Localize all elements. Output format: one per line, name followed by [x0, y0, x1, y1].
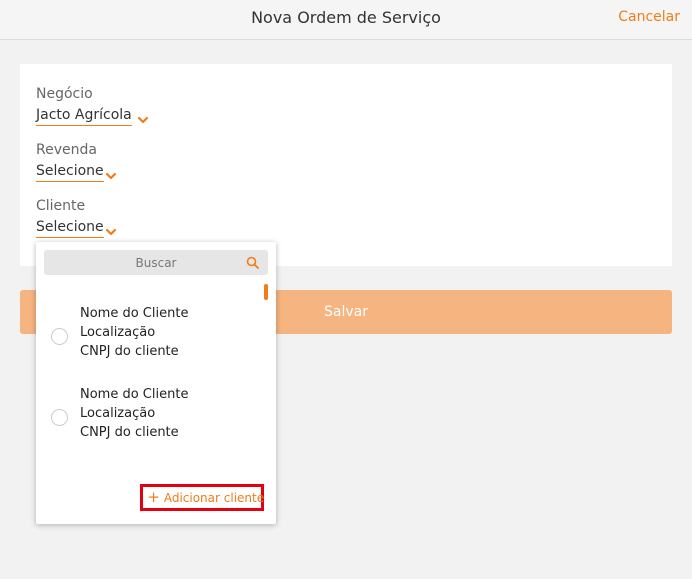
cliente-label: Cliente — [36, 198, 86, 214]
revenda-label: Revenda — [36, 142, 97, 158]
revenda-select[interactable]: Selecione — [36, 163, 104, 182]
negocio-select[interactable]: Jacto Agrícola — [36, 107, 132, 126]
plus-icon: + — [147, 488, 160, 506]
client-cnpj: CNPJ do cliente — [80, 425, 179, 440]
list-item[interactable]: Nome do Cliente Localização CNPJ do clie… — [36, 383, 261, 453]
client-name: Nome do Cliente — [80, 306, 189, 321]
client-dropdown: Nome do Cliente Localização CNPJ do clie… — [36, 242, 276, 524]
cliente-field: Cliente Selecione — [36, 198, 117, 238]
search-input[interactable] — [44, 250, 268, 275]
client-location: Localização — [80, 406, 156, 421]
negocio-field: Negócio Jacto Agrícola — [36, 86, 149, 126]
chevron-down-icon[interactable] — [105, 167, 117, 181]
negocio-value: Jacto Agrícola — [36, 107, 132, 123]
page-title: Nova Ordem de Serviço — [251, 8, 441, 27]
chevron-down-icon[interactable] — [137, 111, 149, 125]
revenda-value: Selecione — [36, 163, 104, 179]
add-client-label: Adicionar cliente — [163, 491, 265, 505]
chevron-down-icon[interactable] — [105, 223, 117, 237]
negocio-label: Negócio — [36, 86, 93, 102]
search-icon[interactable] — [246, 256, 259, 269]
client-name: Nome do Cliente — [80, 387, 189, 402]
cancel-button[interactable]: Cancelar — [618, 9, 680, 25]
client-info: Nome do Cliente Localização CNPJ do clie… — [80, 304, 188, 361]
list-item[interactable]: Nome do Cliente Localização CNPJ do clie… — [36, 302, 261, 372]
cliente-value: Selecione — [36, 219, 104, 235]
cliente-select[interactable]: Selecione — [36, 219, 104, 238]
add-client-button[interactable]: + Adicionar cliente — [140, 484, 264, 511]
radio-button[interactable] — [51, 409, 68, 426]
radio-button[interactable] — [51, 328, 68, 345]
revenda-field: Revenda Selecione — [36, 142, 117, 182]
form-card: Negócio Jacto Agrícola Revenda Selecione… — [20, 64, 672, 266]
search-box — [44, 250, 268, 275]
client-info: Nome do Cliente Localização CNPJ do clie… — [80, 385, 188, 442]
scrollbar[interactable] — [264, 284, 268, 300]
top-bar: Nova Ordem de Serviço Cancelar — [0, 0, 692, 40]
client-location: Localização — [80, 325, 156, 340]
client-cnpj: CNPJ do cliente — [80, 344, 179, 359]
